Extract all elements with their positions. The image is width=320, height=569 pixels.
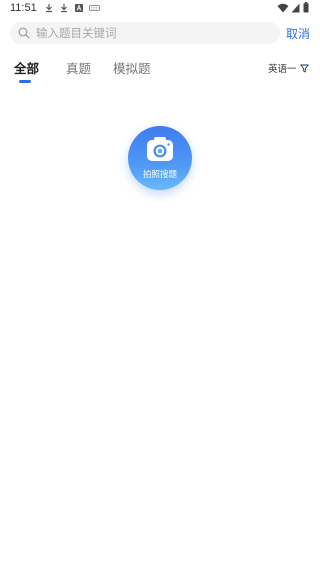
signal-icon (291, 3, 300, 13)
tab-all[interactable]: 全部 (14, 58, 39, 77)
cancel-button[interactable]: 取消 (286, 25, 310, 42)
camera-icon (147, 137, 173, 161)
keyboard-icon (89, 5, 100, 11)
app-notification-icon (75, 4, 83, 12)
search-box[interactable] (10, 22, 280, 44)
filter-icon (299, 63, 309, 72)
active-tab-indicator (19, 80, 31, 83)
search-input[interactable] (36, 22, 276, 44)
wifi-icon (277, 3, 289, 13)
download-icon (46, 4, 52, 13)
photo-search-label: 拍照搜题 (142, 170, 177, 180)
battery-icon (303, 2, 309, 13)
status-bar: 11:51 (0, 0, 320, 18)
download-icon (61, 4, 67, 13)
tab-real-exams[interactable]: 真题 (66, 58, 91, 77)
subject-filter-label: 英语一 (268, 64, 297, 75)
status-time: 11:51 (10, 2, 37, 14)
photo-search-button[interactable]: 拍照搜题 (128, 126, 192, 190)
search-icon (18, 27, 30, 39)
tab-mock-exams[interactable]: 模拟题 (113, 58, 151, 77)
subject-filter[interactable]: 英语一 (268, 61, 309, 75)
